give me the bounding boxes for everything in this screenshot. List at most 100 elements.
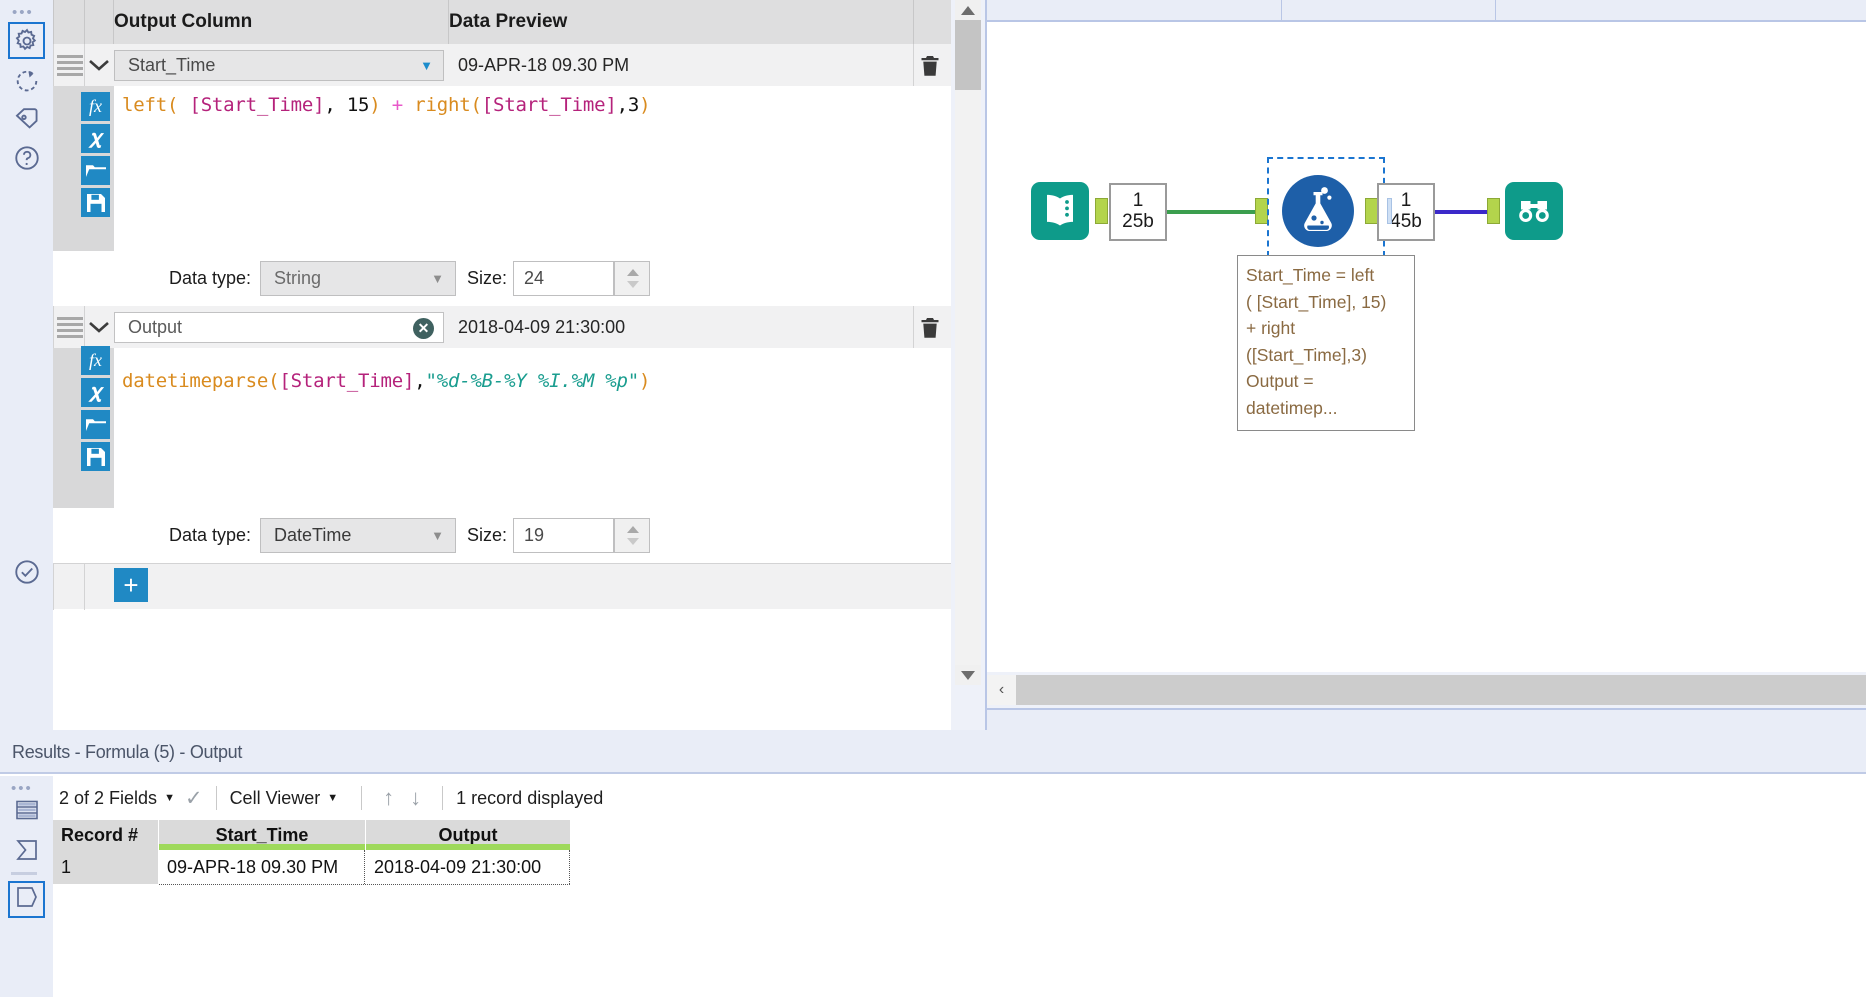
results-content: 2 of 2 Fields ▼ ✓ Cell Viewer ▼ ↑ ↓ 1 re… <box>53 776 1866 997</box>
data-preview-value-2: 2018-04-09 21:30:00 <box>458 316 626 337</box>
scroll-up-button[interactable] <box>955 0 981 20</box>
data-type-label-2: Data type: <box>169 525 252 545</box>
column-header-record[interactable]: Record # <box>53 820 158 850</box>
top-region: ••• Output Column Data Preview Start_Tim… <box>0 0 1866 730</box>
insert-function-button-2[interactable]: fx <box>81 346 110 375</box>
data-type-select-1[interactable]: String ▼ <box>260 261 456 296</box>
connection-wire-1[interactable] <box>1167 210 1259 214</box>
formula-tool[interactable] <box>1282 175 1354 252</box>
scroll-down-button[interactable] <box>955 665 981 685</box>
scroll-left-button[interactable]: ‹ <box>987 675 1016 705</box>
field-row-1: Start_Time ▼ 09-APR-18 09.30 PM <box>53 44 951 86</box>
results-panel-title: Results - Formula (5) - Output <box>0 730 1866 774</box>
data-type-value-1: String <box>274 268 322 288</box>
config-vertical-scrollbar[interactable] <box>951 0 985 730</box>
alteryx-designer-window: ••• Output Column Data Preview Start_Tim… <box>0 0 1866 997</box>
chevron-down-icon: ▼ <box>164 792 175 804</box>
formula-text-1[interactable]: left( [Start_Time], 15) + right([Start_T… <box>114 86 951 251</box>
config-header-row: Output Column Data Preview <box>53 0 951 44</box>
cell-viewer-label: Cell Viewer <box>229 787 321 808</box>
cell-start-time: 09-APR-18 09.30 PM <box>159 850 365 884</box>
formula-text-2[interactable]: datetimeparse([Start_Time],"%d-%B-%Y %I.… <box>114 348 951 508</box>
row-expand-toggle-2[interactable] <box>85 306 113 348</box>
data-type-select-2[interactable]: DateTime ▼ <box>260 518 456 553</box>
connection-size-1: 25b <box>1122 211 1154 232</box>
text-input-tool[interactable] <box>1031 182 1089 245</box>
sidebar-item-validate[interactable] <box>8 553 45 590</box>
size-stepper-1[interactable] <box>614 261 650 296</box>
canvas-top-strip <box>987 0 1866 22</box>
data-preview-value-1: 09-APR-18 09.30 PM <box>458 54 630 75</box>
question-circle-icon <box>13 144 41 172</box>
delete-row-button-1[interactable] <box>918 54 942 78</box>
scrollbar-thumb[interactable] <box>955 20 981 90</box>
save-formula-button-1[interactable] <box>81 188 110 217</box>
column-header-start-time[interactable]: Start_Time <box>159 820 365 850</box>
chevron-down-icon: ▼ <box>431 271 444 286</box>
scrollbar-track[interactable] <box>1016 675 1866 705</box>
column-header-output-column: Output Column <box>114 11 253 32</box>
workflow-canvas[interactable]: 1 25b 1 45b Start_Time = left ([Start_T… <box>985 0 1866 730</box>
row-drag-handle-2[interactable] <box>57 317 83 338</box>
column-header-output[interactable]: Output <box>366 820 570 850</box>
sidebar-item-labels[interactable] <box>8 100 45 137</box>
connection-label-1[interactable]: 1 25b <box>1109 183 1167 241</box>
arrow-down-icon[interactable]: ↓ <box>410 785 421 811</box>
data-page-icon <box>14 884 40 915</box>
check-icon[interactable]: ✓ <box>185 786 203 811</box>
save-formula-button-2[interactable] <box>81 442 110 471</box>
size-stepper-2[interactable] <box>614 518 650 553</box>
delete-row-button-2[interactable] <box>918 316 942 340</box>
output-column-select-1[interactable]: Start_Time ▼ <box>114 50 444 81</box>
sidebar-item-configuration[interactable] <box>8 22 45 59</box>
sidebar-item-annotation[interactable] <box>8 62 45 99</box>
row-drag-handle-1[interactable] <box>57 55 83 76</box>
column-header-label: Start_Time <box>215 824 309 845</box>
input-output-anchor[interactable] <box>1095 198 1108 224</box>
tag-icon <box>13 105 41 133</box>
browse-tool[interactable] <box>1505 182 1563 245</box>
row-expand-toggle-1[interactable] <box>85 44 113 86</box>
size-input-1[interactable]: 24 <box>513 261 614 296</box>
browse-input-anchor[interactable] <box>1487 198 1500 224</box>
connection-wire-2[interactable] <box>1435 210 1490 214</box>
arrow-up-icon[interactable]: ↑ <box>383 785 394 811</box>
clear-icon[interactable]: ✕ <box>413 318 434 339</box>
formula-editor-2: fx 𝛘 datetimeparse([Start_Time],"%d-%B-%… <box>53 346 951 508</box>
insert-function-button-1[interactable]: fx <box>81 92 110 121</box>
sidebar-grip[interactable]: ••• <box>12 5 40 20</box>
gear-icon <box>13 27 41 55</box>
results-toolbar: 2 of 2 Fields ▼ ✓ Cell Viewer ▼ ↑ ↓ 1 re… <box>53 776 1866 820</box>
annotation-line-4: ([Start_Time],3) <box>1246 344 1367 365</box>
record-count-label: 1 record displayed <box>456 787 604 808</box>
fields-selector[interactable]: 2 of 2 Fields ▼ <box>59 788 185 809</box>
cell-output: 2018-04-09 21:30:00 <box>366 850 570 884</box>
open-formula-button-1[interactable] <box>81 156 110 185</box>
canvas-horizontal-scrollbar[interactable]: ‹ <box>987 672 1866 708</box>
size-label-1: Size: <box>467 268 508 288</box>
connection-count-2: 1 <box>1400 190 1412 212</box>
column-header-label: Output <box>438 824 498 845</box>
results-metadata-view[interactable] <box>8 881 45 918</box>
results-table-view[interactable] <box>8 794 45 831</box>
sidebar-item-help[interactable] <box>8 139 45 176</box>
size-label-2: Size: <box>467 525 508 545</box>
open-formula-button-2[interactable] <box>81 410 110 439</box>
size-input-2[interactable]: 19 <box>513 518 614 553</box>
data-type-label-1: Data type: <box>169 268 252 288</box>
insert-variable-button-2[interactable]: 𝛘 <box>81 378 110 407</box>
formula-configuration-panel: Output Column Data Preview Start_Time ▼ … <box>53 0 951 730</box>
insert-variable-button-1[interactable]: 𝛘 <box>81 124 110 153</box>
formula-toolbar-2: fx 𝛘 <box>53 346 114 508</box>
sigma-icon <box>14 837 40 868</box>
data-type-value-2: DateTime <box>274 525 352 545</box>
results-profile-view[interactable] <box>8 834 45 871</box>
output-column-input-2[interactable]: Output ✕ <box>114 312 444 343</box>
cell-viewer-selector[interactable]: Cell Viewer ▼ <box>230 788 349 809</box>
results-sidebar: ••• <box>0 776 53 997</box>
connection-size-2: 45b <box>1390 211 1422 232</box>
add-column-button[interactable]: + <box>114 568 148 602</box>
canvas-bottom-strip <box>987 708 1866 730</box>
annotation-line-1: Start_Time = left <box>1246 265 1375 285</box>
connection-label-2[interactable]: 1 45b <box>1377 183 1435 241</box>
